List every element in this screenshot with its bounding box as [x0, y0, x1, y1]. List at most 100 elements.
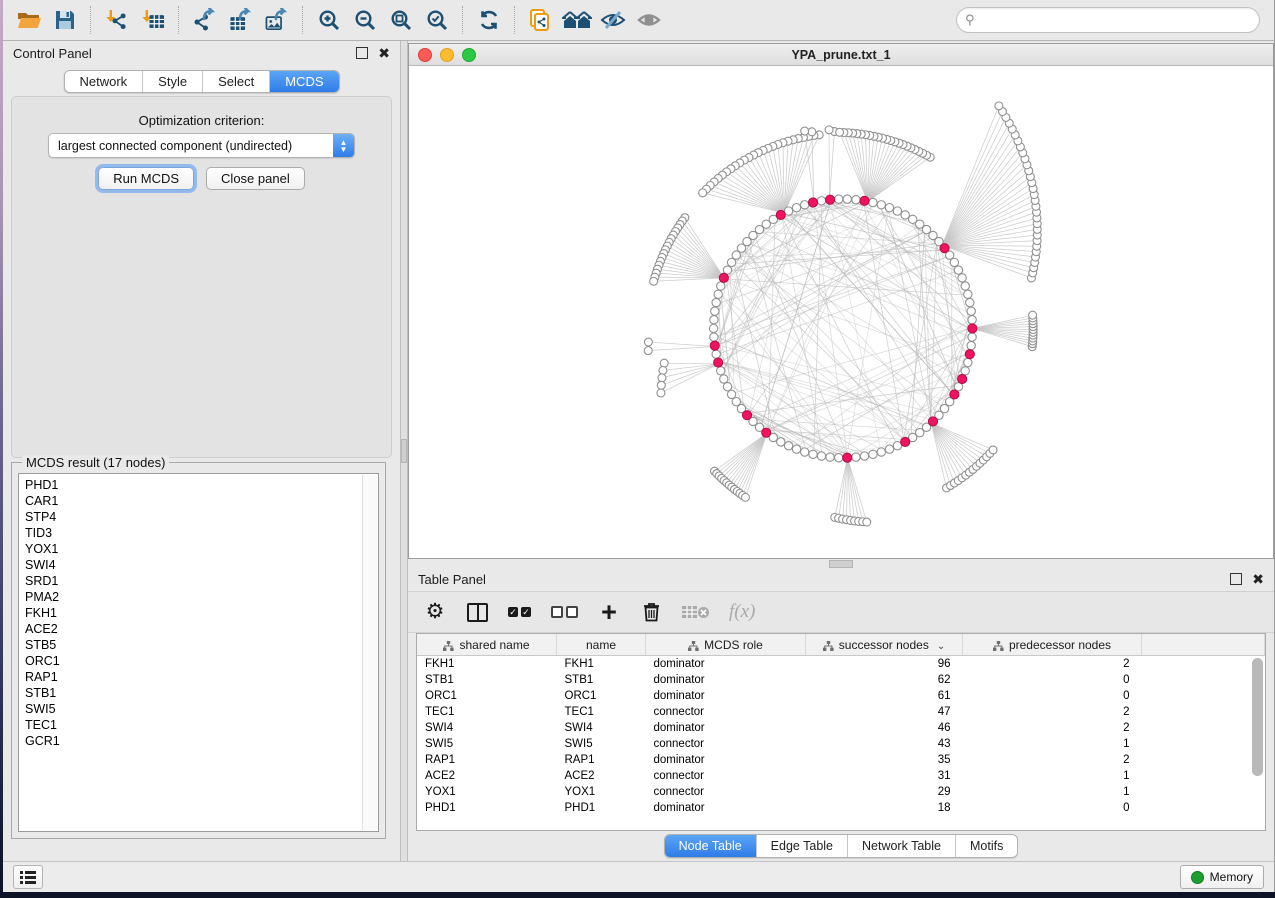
table-settings-button[interactable]: ⚙	[424, 599, 446, 625]
export-table-button[interactable]	[223, 3, 259, 37]
refresh-button[interactable]	[471, 3, 507, 37]
tab-mcds[interactable]: MCDS	[270, 71, 338, 92]
zoom-selected-button[interactable]	[419, 3, 455, 37]
table-row[interactable]: STB1STB1dominator620	[417, 672, 1265, 688]
table-cell: 0	[963, 672, 1142, 688]
column-header-successor-nodes[interactable]: successor nodes⌄	[806, 634, 963, 656]
mcds-list-scrollbar[interactable]	[362, 475, 377, 830]
zoom-fit-button[interactable]	[383, 3, 419, 37]
status-bar: Memory	[3, 861, 1274, 892]
add-column-button[interactable]: +	[598, 599, 620, 625]
delete-table-button	[682, 599, 709, 625]
mcds-result-item[interactable]: ACE2	[25, 621, 378, 637]
memory-button[interactable]: Memory	[1180, 865, 1264, 889]
close-panel-icon[interactable]: ✖	[378, 48, 390, 58]
table-cell-filler	[1142, 752, 1265, 768]
tab-select[interactable]: Select	[203, 71, 270, 92]
mcds-result-item[interactable]: STB1	[25, 685, 378, 701]
table-row[interactable]: RAP1RAP1dominator352	[417, 752, 1265, 768]
hide-selected-button[interactable]	[595, 3, 631, 37]
close-panel-icon[interactable]: ✖	[1252, 574, 1264, 584]
tab-node-table[interactable]: Node Table	[665, 835, 757, 857]
column-header-predecessor-nodes[interactable]: predecessor nodes	[963, 634, 1142, 656]
tab-motifs[interactable]: Motifs	[956, 835, 1017, 857]
table-cell: ACE2	[557, 768, 646, 784]
run-mcds-button[interactable]: Run MCDS	[98, 167, 194, 190]
tab-edge-table[interactable]: Edge Table	[757, 835, 848, 857]
table-row[interactable]: ACE2ACE2connector311	[417, 768, 1265, 784]
mcds-result-item[interactable]: PMA2	[25, 589, 378, 605]
mcds-result-item[interactable]: TID3	[25, 525, 378, 541]
close-panel-button[interactable]: Close panel	[206, 167, 305, 190]
first-neighbors-button[interactable]	[559, 3, 595, 37]
task-history-button[interactable]	[13, 865, 43, 889]
table-cell: FKH1	[417, 656, 557, 673]
clone-network-button[interactable]	[523, 3, 559, 37]
table-row[interactable]: ORC1ORC1dominator610	[417, 688, 1265, 704]
vertical-splitter[interactable]	[400, 41, 408, 861]
toolbar-separator	[462, 6, 464, 34]
mcds-result-item[interactable]: SWI5	[25, 701, 378, 717]
table-row[interactable]: SWI5SWI5connector431	[417, 736, 1265, 752]
network-window-titlebar[interactable]: YPA_prune.txt_1	[409, 44, 1273, 66]
plus-icon: +	[601, 601, 617, 623]
mcds-result-item[interactable]: RAP1	[25, 669, 378, 685]
splitter-grip[interactable]	[401, 439, 407, 463]
mcds-result-item[interactable]: YOX1	[25, 541, 378, 557]
mcds-result-item[interactable]: PHD1	[25, 477, 378, 493]
zoom-in-button[interactable]	[311, 3, 347, 37]
mcds-result-item[interactable]: FKH1	[25, 605, 378, 621]
table-row[interactable]: SWI4SWI4dominator462	[417, 720, 1265, 736]
mcds-result-item[interactable]: STP4	[25, 509, 378, 525]
table-row[interactable]: FKH1FKH1dominator962	[417, 656, 1265, 673]
show-all-button[interactable]	[631, 3, 667, 37]
mcds-result-item[interactable]: ORC1	[25, 653, 378, 669]
tab-style[interactable]: Style	[143, 71, 203, 92]
search-input[interactable]	[979, 12, 1251, 28]
zoom-out-button[interactable]	[347, 3, 383, 37]
criterion-dropdown[interactable]: largest connected component (undirected)…	[48, 133, 355, 158]
horizontal-splitter[interactable]	[408, 559, 1274, 567]
network-canvas[interactable]	[409, 66, 1273, 558]
tab-network[interactable]: Network	[64, 71, 143, 92]
column-header-name[interactable]: name	[557, 634, 646, 656]
mcds-result-item[interactable]: GCR1	[25, 733, 378, 749]
mcds-result-item[interactable]: TEC1	[25, 717, 378, 733]
table-cell: connector	[646, 768, 806, 784]
mcds-result-list[interactable]: PHD1CAR1STP4TID3YOX1SWI4SRD1PMA2FKH1ACE2…	[18, 473, 379, 832]
mcds-result-item[interactable]: SRD1	[25, 573, 378, 589]
splitter-grip[interactable]	[829, 560, 853, 568]
save-session-button[interactable]	[47, 3, 83, 37]
toggle-panel-button[interactable]	[466, 599, 488, 625]
float-panel-icon[interactable]	[356, 47, 368, 59]
select-all-button[interactable]: ✓✓	[508, 599, 531, 625]
table-row[interactable]: PHD1PHD1dominator180	[417, 800, 1265, 816]
export-network-button[interactable]	[187, 3, 223, 37]
table-row[interactable]: TEC1TEC1connector472	[417, 704, 1265, 720]
column-header-MCDS-role[interactable]: MCDS role	[646, 634, 806, 656]
export-image-button[interactable]	[259, 3, 295, 37]
table-cell: YOX1	[557, 784, 646, 800]
deselect-all-button[interactable]	[551, 599, 578, 625]
column-header-shared-name[interactable]: shared name	[417, 634, 557, 656]
table-cell: ORC1	[417, 688, 557, 704]
table-scrollbar[interactable]	[1252, 658, 1263, 776]
table-cell-filler	[1142, 656, 1265, 673]
mcds-result-item[interactable]: STB5	[25, 637, 378, 653]
criterion-label: Optimization criterion:	[12, 113, 391, 128]
delete-column-button[interactable]	[640, 599, 662, 625]
open-session-button[interactable]	[11, 3, 47, 37]
mcds-result-item[interactable]: CAR1	[25, 493, 378, 509]
search-box[interactable]: ⚲	[956, 7, 1260, 33]
tab-network-table[interactable]: Network Table	[848, 835, 956, 857]
float-panel-icon[interactable]	[1230, 573, 1242, 585]
table-row[interactable]: YOX1YOX1connector291	[417, 784, 1265, 800]
mcds-result-item[interactable]: SWI4	[25, 557, 378, 573]
network-graph[interactable]	[409, 66, 1273, 558]
gear-icon: ⚙	[426, 602, 445, 622]
table-cell: 1	[963, 784, 1142, 800]
table-cell-filler	[1142, 672, 1265, 688]
export-network-icon	[192, 8, 218, 32]
import-table-button[interactable]	[135, 3, 171, 37]
import-network-button[interactable]	[99, 3, 135, 37]
